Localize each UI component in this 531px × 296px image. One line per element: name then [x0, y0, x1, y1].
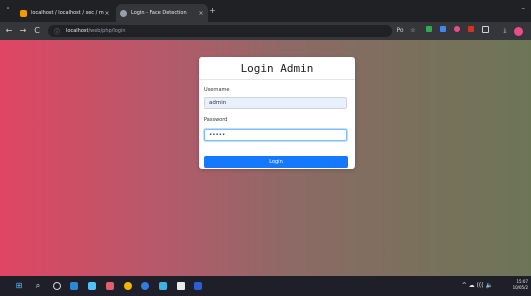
search-icon[interactable]: ⌕	[33, 281, 43, 291]
username-label: Username	[204, 87, 230, 93]
app-icon[interactable]	[106, 282, 114, 290]
app-icon[interactable]	[159, 282, 167, 290]
login-title: Login Admin	[240, 62, 314, 75]
address-path: /web/php/login	[88, 28, 126, 34]
login-button[interactable]: Login	[204, 156, 348, 168]
extension-icon[interactable]	[466, 26, 476, 36]
forward-button[interactable]: →	[17, 25, 29, 37]
address-bar[interactable]: ⓘ localhost /web/php/login	[48, 25, 392, 37]
card-divider	[199, 79, 355, 80]
word-icon[interactable]	[194, 282, 202, 290]
app-icon[interactable]	[177, 282, 185, 290]
close-tab-icon[interactable]: ×	[198, 10, 204, 17]
clock[interactable]: 15:07 10/05/2	[496, 279, 528, 291]
address-host: localhost	[66, 28, 89, 34]
windows-app-icon[interactable]	[70, 282, 78, 290]
minimize-window-button[interactable]: –	[522, 4, 526, 12]
tab-title: Login - Face Detection	[131, 10, 187, 16]
username-input[interactable]: admin	[204, 97, 347, 109]
back-button[interactable]: ←	[3, 25, 15, 37]
extension-icon[interactable]	[452, 26, 462, 36]
browser-toolbar: ← → C ⓘ localhost /web/php/login Po ☆ ⤓	[0, 22, 531, 40]
globe-favicon-icon	[120, 9, 127, 17]
mail-app-icon[interactable]	[88, 282, 96, 290]
app-icon[interactable]	[141, 282, 149, 290]
system-tray[interactable]: ^ ☁ ((( 🔈	[462, 282, 493, 289]
translate-icon[interactable]: Po	[394, 26, 406, 36]
page-background: Login Admin Username admin Password ••••…	[0, 40, 531, 276]
tab-search-icon[interactable]: ˅	[3, 6, 13, 16]
tab-title: localhost / localhost / sec / mai	[31, 10, 104, 16]
extensions-puzzle-icon[interactable]	[480, 26, 490, 36]
password-input[interactable]: •••••	[204, 129, 347, 141]
close-tab-icon[interactable]: ×	[104, 10, 110, 17]
clock-date: 10/05/2	[512, 285, 528, 290]
task-view-icon[interactable]	[53, 282, 61, 290]
browser-tab-bar: ˅ localhost / localhost / sec / mai × Lo…	[0, 0, 531, 22]
start-button[interactable]: ⊞	[14, 281, 24, 291]
password-label: Password	[204, 117, 228, 123]
reload-button[interactable]: C	[31, 25, 43, 37]
tab-phpmyadmin[interactable]: localhost / localhost / sec / mai ×	[16, 4, 114, 22]
profile-avatar[interactable]	[514, 27, 523, 36]
new-tab-button[interactable]: +	[209, 6, 216, 15]
phpmyadmin-favicon-icon	[20, 9, 27, 17]
extension-icon[interactable]	[424, 26, 434, 36]
tab-login-face-detection[interactable]: Login - Face Detection ×	[116, 4, 208, 22]
chrome-icon[interactable]	[124, 282, 132, 290]
download-icon[interactable]: ⤓	[500, 26, 510, 36]
site-info-icon[interactable]: ⓘ	[54, 27, 62, 36]
extension-icon[interactable]	[438, 26, 448, 36]
bookmark-star-icon[interactable]: ☆	[408, 26, 418, 36]
taskbar: ⊞ ⌕ ^ ☁ ((( 🔈 15:07 10/05/2	[0, 276, 531, 296]
login-card: Login Admin Username admin Password ••••…	[199, 57, 355, 169]
